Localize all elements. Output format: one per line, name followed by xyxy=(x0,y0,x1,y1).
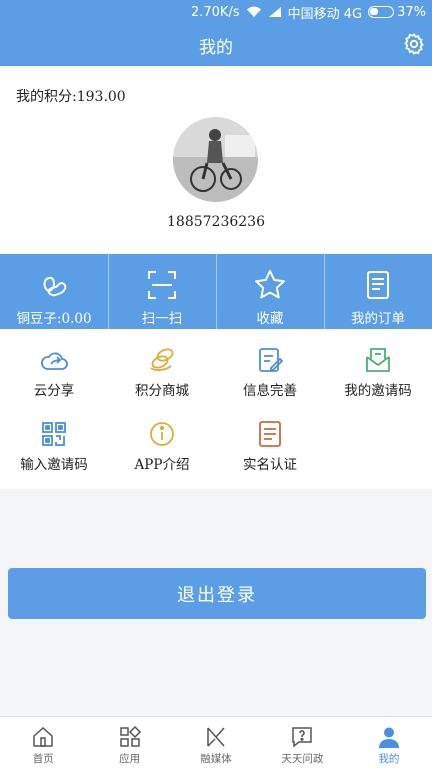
tab-apps[interactable]: 应用 xyxy=(86,717,172,768)
quick-label: 扫一扫 xyxy=(141,311,183,327)
quick-scan[interactable]: 扫一扫 xyxy=(108,254,216,329)
signal-icon xyxy=(268,6,282,18)
grid-item-profile-info[interactable]: 信息完善 xyxy=(216,329,324,407)
quick-orders[interactable]: 我的订单 xyxy=(324,254,432,329)
grid-label: 云分享 xyxy=(33,383,75,399)
tab-label: 融媒体 xyxy=(200,753,232,765)
battery-icon xyxy=(368,6,395,18)
grid-item-my-invite-code[interactable]: 我的邀请码 xyxy=(324,329,432,407)
grid-item-enter-invite-code[interactable]: 输入邀请码 xyxy=(0,407,108,482)
quick-actions-bar: 铜豆子:0.00 扫一扫 收藏 我的订单 xyxy=(0,254,432,329)
logout-button[interactable]: 退出登录 xyxy=(8,568,426,619)
tab-label: 首页 xyxy=(32,753,54,765)
points-label: 我的积分:193.00 xyxy=(16,89,126,105)
order-icon xyxy=(367,271,389,299)
bottom-tab-bar: 首页 应用 融媒体 天天问政 我的 xyxy=(0,716,432,768)
tab-home[interactable]: 首页 xyxy=(0,717,86,768)
question-icon xyxy=(292,727,313,748)
media-icon xyxy=(207,727,225,747)
grid-label: 输入邀请码 xyxy=(20,457,88,473)
quick-label: 铜豆子:0.00 xyxy=(16,311,92,327)
grid-item-cloud-share[interactable]: 云分享 xyxy=(0,329,108,407)
tab-label: 应用 xyxy=(119,753,141,765)
grid-item-real-name-auth[interactable]: 实名认证 xyxy=(216,407,324,482)
network-speed: 2.70K/s xyxy=(190,4,240,20)
qr-code-icon xyxy=(42,422,66,446)
battery-percent: 37% xyxy=(397,4,426,20)
avatar[interactable] xyxy=(173,117,258,202)
tab-question[interactable]: 天天问政 xyxy=(259,717,345,768)
grid-label: APP介绍 xyxy=(134,457,190,473)
grid-label: 积分商城 xyxy=(135,383,189,399)
mail-icon xyxy=(366,348,390,372)
function-grid: 云分享 积分商城 信息完善 我的邀请码 输入邀请码 APP介绍 实名认证 xyxy=(0,329,432,489)
grid-label: 信息完善 xyxy=(243,383,297,399)
profile-section: 我的积分:193.00 18857236236 xyxy=(0,66,432,254)
user-icon xyxy=(378,727,399,748)
coins-icon xyxy=(150,348,174,371)
cloud-share-icon xyxy=(41,352,68,370)
grid-label: 我的邀请码 xyxy=(344,383,412,399)
grid-item-app-intro[interactable]: APP介绍 xyxy=(108,407,216,482)
edit-doc-icon xyxy=(259,348,284,372)
page-title: 我的 xyxy=(199,37,233,58)
scan-icon xyxy=(148,271,176,299)
id-doc-icon xyxy=(259,421,281,447)
apps-icon xyxy=(119,725,141,747)
nav-bar: 我的 xyxy=(0,24,432,66)
beans-icon xyxy=(43,276,67,297)
info-icon xyxy=(150,422,174,446)
status-bar: 2.70K/s 中国移动 4G 37% xyxy=(0,0,432,24)
tab-label: 天天问政 xyxy=(281,753,324,765)
carrier-label: 中国移动 4G xyxy=(287,6,363,22)
quick-beans[interactable]: 铜豆子:0.00 xyxy=(0,254,108,329)
grid-item-points-mall[interactable]: 积分商城 xyxy=(108,329,216,407)
wifi-icon xyxy=(246,6,262,18)
tab-label: 我的 xyxy=(378,753,400,765)
quick-label: 收藏 xyxy=(256,311,284,327)
grid-label: 实名认证 xyxy=(243,457,297,473)
tab-mine[interactable]: 我的 xyxy=(346,717,432,768)
quick-favorites[interactable]: 收藏 xyxy=(216,254,324,329)
phone-number: 18857236236 xyxy=(167,214,265,230)
quick-label: 我的订单 xyxy=(351,311,405,327)
star-icon xyxy=(255,270,285,299)
home-icon xyxy=(33,726,53,747)
tab-media[interactable]: 融媒体 xyxy=(173,717,259,768)
gear-icon[interactable] xyxy=(402,32,426,56)
